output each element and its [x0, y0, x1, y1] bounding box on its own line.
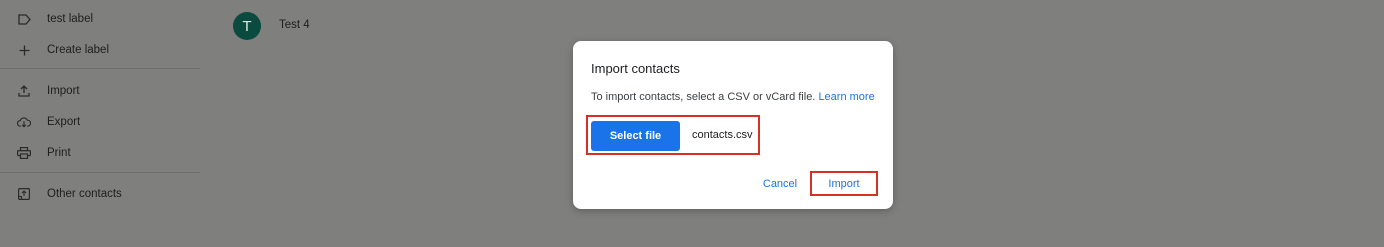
sidebar-item-export[interactable]: Export [0, 108, 200, 136]
cloud-download-icon [17, 115, 31, 129]
import-button[interactable]: Import [810, 171, 878, 196]
sidebar: test label Create label Import Export Pr… [0, 0, 200, 247]
contact-name[interactable]: Test 4 [279, 19, 310, 31]
sidebar-item-label: Import [47, 85, 80, 97]
select-file-button[interactable]: Select file [591, 121, 680, 151]
sidebar-item-label: Other contacts [47, 188, 122, 200]
sidebar-item-label: test label [47, 13, 94, 25]
sidebar-item-print[interactable]: Print [0, 139, 200, 167]
sidebar-item-test-label[interactable]: test label [0, 5, 200, 33]
print-icon [17, 146, 31, 160]
other-contacts-icon [17, 187, 31, 201]
sidebar-item-other-contacts[interactable]: Other contacts [0, 180, 200, 208]
dialog-description-text: To import contacts, select a CSV or vCar… [591, 91, 816, 103]
upload-icon [17, 84, 31, 98]
sidebar-divider [0, 172, 200, 173]
import-contacts-dialog: Import contacts To import contacts, sele… [573, 41, 893, 209]
selected-file-name: contacts.csv [692, 129, 753, 141]
sidebar-item-create-label[interactable]: Create label [0, 36, 200, 64]
sidebar-divider [0, 68, 200, 69]
sidebar-item-label: Print [47, 147, 71, 159]
learn-more-link[interactable]: Learn more [818, 91, 874, 103]
avatar[interactable]: T [233, 12, 261, 40]
sidebar-item-label: Export [47, 116, 81, 128]
label-icon [17, 12, 31, 26]
sidebar-item-label: Create label [47, 44, 110, 56]
contacts-page: test label Create label Import Export Pr… [0, 0, 1384, 247]
cancel-button[interactable]: Cancel [756, 173, 804, 195]
plus-icon [17, 43, 31, 57]
dialog-title: Import contacts [591, 61, 680, 76]
dialog-description: To import contacts, select a CSV or vCar… [591, 91, 875, 103]
sidebar-item-import[interactable]: Import [0, 77, 200, 105]
